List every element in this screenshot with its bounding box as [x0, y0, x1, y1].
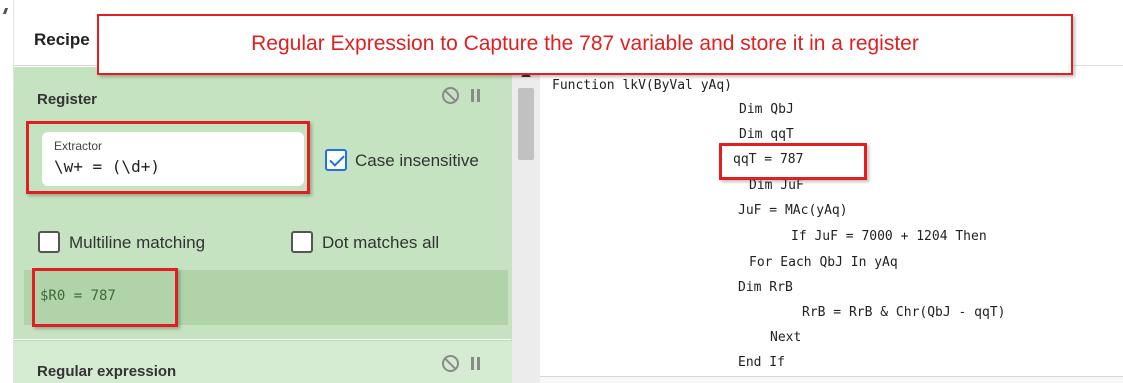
collapse-handle-icon[interactable] [2, 8, 9, 14]
left-gutter [0, 0, 14, 383]
code-line: For Each QbJ In yAq [749, 255, 898, 270]
multiline-checkbox[interactable] [38, 231, 60, 253]
recipe-title: Recipe [34, 30, 90, 49]
variable-highlight [719, 143, 867, 180]
code-line: Function lkV(ByVal yAq) [552, 78, 733, 93]
dotall-checkbox[interactable] [291, 231, 313, 253]
case-insensitive-checkbox[interactable] [325, 149, 347, 171]
code-line: JuF = MAc(yAq) [738, 203, 848, 218]
recipe-scrollbar[interactable] [512, 66, 540, 383]
disable-icon[interactable] [442, 87, 459, 104]
multiline-label: Multiline matching [69, 233, 206, 252]
code-line: RrB = RrB & Chr(QbJ - qqT) [802, 305, 1006, 320]
annotation-banner-text: Regular Expression to Capture the 787 va… [251, 32, 919, 55]
register-op-title: Register [37, 91, 98, 108]
annotation-banner: Regular Expression to Capture the 787 va… [97, 14, 1073, 75]
dotall-label: Dot matches all [322, 233, 440, 252]
case-insensitive-label: Case insensitive [355, 151, 479, 170]
scroll-thumb[interactable] [518, 88, 534, 160]
code-line: If JuF = 7000 + 1204 Then [791, 229, 987, 244]
code-status-strip [540, 376, 1123, 383]
disable-icon[interactable] [442, 355, 459, 372]
code-line: Next [770, 330, 802, 345]
code-line: End If [738, 355, 785, 370]
code-line: Dim qqT [739, 127, 794, 142]
code-line: Dim RrB [738, 280, 793, 295]
extractor-highlight [26, 121, 310, 194]
regex-operation: Regular expression [14, 340, 512, 383]
regex-op-title: Regular expression [37, 363, 177, 380]
code-line: Dim QbJ [739, 102, 794, 117]
pause-icon[interactable] [471, 357, 481, 370]
pause-icon[interactable] [471, 89, 481, 102]
code-line: Dim JuF [749, 178, 804, 193]
output-highlight [32, 268, 178, 327]
